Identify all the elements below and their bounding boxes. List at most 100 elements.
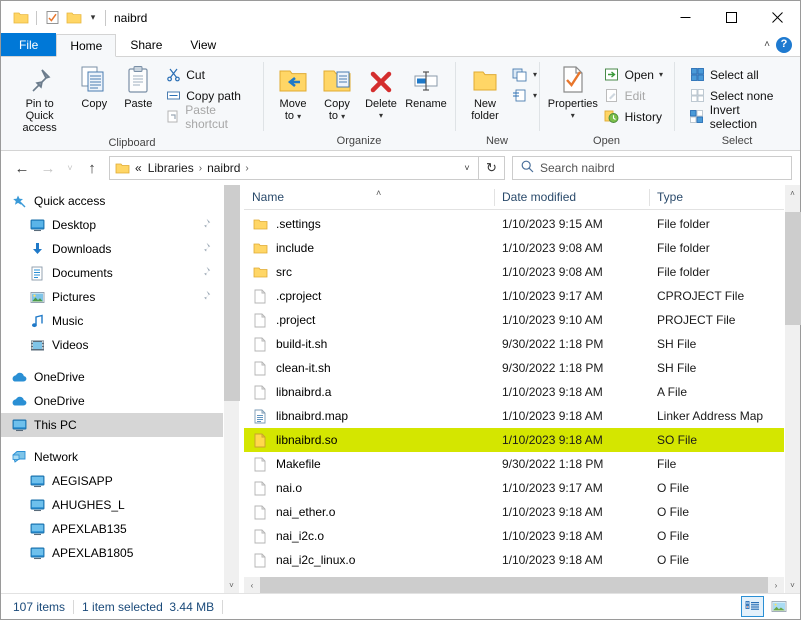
sidebar-scroll-thumb[interactable] [223, 185, 240, 401]
refresh-button[interactable]: ↻ [479, 156, 505, 180]
table-row[interactable]: src 1/10/2023 9:08 AM File folder [244, 260, 784, 284]
search-input[interactable]: Search naibrd [512, 156, 792, 180]
open-button[interactable]: Open ▾ [599, 64, 668, 85]
qat-properties-icon[interactable] [41, 7, 63, 29]
breadcrumb-item-naibrd[interactable]: naibrd [204, 161, 243, 175]
sidebar-item-desktop[interactable]: Desktop [1, 213, 223, 237]
invert-selection-button[interactable]: Invert selection [684, 103, 794, 131]
horizontal-scroll-thumb[interactable] [260, 577, 768, 593]
select-all-button[interactable]: Select all [684, 64, 794, 85]
file-scroll-thumb[interactable] [784, 212, 801, 326]
copy-button[interactable]: Copy [72, 61, 116, 112]
table-row[interactable]: nai_ether.o 1/10/2023 9:18 AM O File [244, 500, 784, 524]
breadcrumb-separator-icon[interactable]: › [197, 163, 204, 174]
table-row[interactable]: libnaibrd.a 1/10/2023 9:18 AM A File [244, 380, 784, 404]
sidebar-item-music[interactable]: Music [1, 309, 223, 333]
table-row[interactable]: .cproject 1/10/2023 9:17 AM CPROJECT Fil… [244, 284, 784, 308]
copy-to-caret-icon[interactable]: ▾ [341, 112, 345, 121]
breadcrumb-item-libraries[interactable]: Libraries [145, 161, 197, 175]
table-row[interactable]: Makefile 9/30/2022 1:18 PM File [244, 452, 784, 476]
close-button[interactable] [754, 1, 800, 34]
tab-file[interactable]: File [1, 33, 57, 56]
breadcrumb-overflow[interactable]: « [132, 161, 145, 175]
delete-button[interactable]: Delete ▾ [359, 61, 403, 124]
qat-new-folder-icon[interactable] [63, 7, 85, 29]
horizontal-scroll-track[interactable] [260, 577, 768, 593]
table-row[interactable]: include 1/10/2023 9:08 AM File folder [244, 236, 784, 260]
collapse-ribbon-icon[interactable]: ˄ [764, 39, 770, 50]
back-button[interactable]: ← [9, 155, 35, 181]
paste-button[interactable]: Paste [116, 61, 160, 112]
tab-share[interactable]: Share [116, 33, 176, 56]
move-to-button[interactable]: Move to ▾ [271, 61, 315, 125]
file-list-horizontal-scrollbar[interactable]: ‹ › [244, 577, 784, 593]
file-list-scrollbar[interactable]: ˄ ˅ [784, 185, 801, 593]
sidebar-item-videos[interactable]: Videos [1, 333, 223, 357]
open-caret-icon[interactable]: ▾ [659, 70, 663, 79]
sidebar-item-apexlab135[interactable]: APEXLAB135 [1, 517, 223, 541]
file-scroll-track[interactable] [784, 201, 801, 577]
recent-locations-button[interactable]: ˅ [61, 155, 79, 181]
tab-home[interactable]: Home [56, 34, 117, 57]
scroll-right-icon[interactable]: › [768, 577, 784, 593]
minimize-button[interactable] [662, 1, 708, 34]
forward-button[interactable]: → [35, 155, 61, 181]
large-icons-view-button[interactable] [767, 596, 790, 617]
pin-icon[interactable] [200, 218, 211, 232]
table-row[interactable]: nai_i2c_linux.o 1/10/2023 9:18 AM O File [244, 548, 784, 572]
maximize-button[interactable] [708, 1, 754, 34]
sidebar-item-documents[interactable]: Documents [1, 261, 223, 285]
sidebar-item-this-pc[interactable]: This PC [1, 413, 223, 437]
sidebar-item-downloads[interactable]: Downloads [1, 237, 223, 261]
table-row[interactable]: nai_i2c.o 1/10/2023 9:18 AM O File [244, 524, 784, 548]
breadcrumb[interactable]: « Libraries › naibrd › ˅ [109, 156, 479, 180]
properties-caret-icon[interactable]: ▾ [571, 110, 575, 122]
details-view-button[interactable] [741, 596, 764, 617]
column-header-date-modified[interactable]: Date modified [494, 185, 649, 210]
copy-to-button[interactable]: Copy to ▾ [315, 61, 359, 125]
sidebar-item-onedrive-2[interactable]: OneDrive [1, 389, 223, 413]
rename-button[interactable]: Rename [403, 61, 449, 112]
easy-access-caret-icon[interactable]: ▾ [533, 91, 537, 100]
new-item-caret-icon[interactable]: ▾ [533, 70, 537, 79]
scroll-up-icon[interactable]: ˄ [785, 185, 801, 201]
table-row[interactable]: nai.o 1/10/2023 9:17 AM O File [244, 476, 784, 500]
paste-shortcut-button[interactable]: Paste shortcut [160, 103, 257, 131]
table-row[interactable]: build-it.sh 9/30/2022 1:18 PM SH File [244, 332, 784, 356]
pin-icon[interactable] [200, 242, 211, 256]
tab-view[interactable]: View [176, 33, 230, 56]
sidebar-item-network[interactable]: Network [1, 445, 223, 469]
sidebar-scroll-track[interactable] [223, 185, 240, 577]
pin-icon[interactable] [200, 290, 211, 304]
sidebar-item-ahughes-l[interactable]: AHUGHES_L [1, 493, 223, 517]
delete-caret-icon[interactable]: ▾ [379, 110, 383, 122]
pin-to-quick-access-button[interactable]: Pin to Quick access [7, 61, 72, 136]
sidebar-scrollbar[interactable]: ˅ [223, 185, 240, 593]
help-icon[interactable]: ? [776, 36, 792, 53]
history-button[interactable]: History [599, 106, 668, 127]
easy-access-button[interactable]: ▾ [507, 85, 542, 106]
breadcrumb-separator-icon-2[interactable]: › [243, 163, 250, 174]
move-to-caret-icon[interactable]: ▾ [297, 112, 301, 121]
new-folder-button[interactable]: New folder [463, 61, 507, 124]
table-row-selected[interactable]: libnaibrd.so 1/10/2023 9:18 AM SO File [244, 428, 784, 452]
new-item-button[interactable]: ▾ [507, 64, 542, 85]
up-button[interactable]: ↑ [79, 155, 105, 181]
table-row[interactable]: clean-it.sh 9/30/2022 1:18 PM SH File [244, 356, 784, 380]
edit-button[interactable]: Edit [599, 85, 668, 106]
sidebar-item-onedrive-1[interactable]: OneDrive [1, 365, 223, 389]
sidebar-item-quick-access[interactable]: Quick access [1, 189, 223, 213]
qat-folder-icon[interactable] [10, 7, 32, 29]
address-dropdown-icon[interactable]: ˅ [456, 157, 478, 179]
scroll-left-icon[interactable]: ‹ [244, 577, 260, 593]
sidebar-item-pictures[interactable]: Pictures [1, 285, 223, 309]
table-row[interactable]: .settings 1/10/2023 9:15 AM File folder [244, 212, 784, 236]
table-row[interactable]: libnaibrd.map 1/10/2023 9:18 AM Linker A… [244, 404, 784, 428]
sidebar-item-aegisapp[interactable]: AEGISAPP [1, 469, 223, 493]
column-header-name[interactable]: Name ˄ [244, 185, 494, 210]
qat-dropdown-icon[interactable]: ▾ [85, 7, 101, 29]
sidebar-item-apexlab1805[interactable]: APEXLAB1805 [1, 541, 223, 565]
column-header-type[interactable]: Type [649, 185, 784, 210]
cut-button[interactable]: Cut [160, 64, 257, 85]
properties-button[interactable]: Properties ▾ [547, 61, 599, 124]
